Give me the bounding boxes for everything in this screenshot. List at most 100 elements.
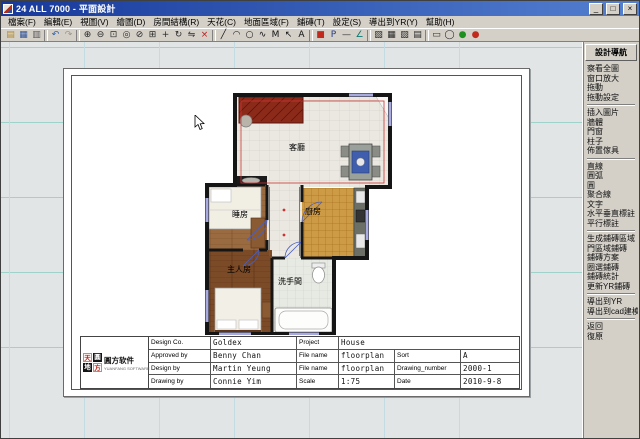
sidebar-item-hv-dimension[interactable]: 水平垂直標註	[584, 209, 638, 219]
sidebar-item-parallel-dimension[interactable]: 平行標註	[584, 219, 638, 229]
zoom-previous-icon[interactable]: ⊘	[133, 29, 146, 42]
sidebar-item-export-yr[interactable]: 導出到YR	[584, 297, 638, 307]
sidebar-item-undo[interactable]: 復原	[584, 332, 638, 342]
menu-help[interactable]: 幫助(H)	[422, 16, 459, 28]
move-icon[interactable]: +	[159, 29, 172, 42]
sort-value: A	[461, 350, 519, 363]
sidebar-item-select-tiling[interactable]: 圈選鋪磚	[584, 263, 638, 273]
delete-icon[interactable]: ×	[198, 29, 211, 42]
drawing-by-label: Drawing by	[149, 375, 211, 388]
sidebar-item-tiling-statistics[interactable]: 鋪磚統計	[584, 272, 638, 282]
spline-tool-icon[interactable]: ∿	[256, 29, 269, 42]
menu-view[interactable]: 視圖(V)	[76, 16, 112, 28]
ellipse-tool-icon[interactable]: ◯	[443, 29, 456, 42]
tile-statistics-icon[interactable]: ▤	[411, 29, 424, 42]
menu-draw[interactable]: 繪圖(D)	[113, 16, 150, 28]
window-title: 24 ALL 7000 - 平面設計	[16, 2, 586, 15]
parameter-icon[interactable]: P	[327, 29, 340, 42]
design-by-value: Martin Yeung	[211, 363, 297, 376]
zoom-window-icon[interactable]: ⊡	[107, 29, 120, 42]
menu-settings[interactable]: 設定(S)	[329, 16, 365, 28]
date-value: 2010-9-8	[461, 375, 519, 388]
circle-tool-icon[interactable]: ○	[243, 29, 256, 42]
sidebar-item-generate-tile-region[interactable]: 生成鋪磚區域	[584, 234, 638, 244]
angle-tool-icon[interactable]: ∠	[353, 29, 366, 42]
mouse-cursor	[194, 115, 206, 131]
master-bed	[215, 288, 261, 334]
sidebar-item-insert-image[interactable]: 插入圖片	[584, 108, 638, 118]
sidebar-item-back[interactable]: 返回	[584, 322, 638, 332]
rotate-icon[interactable]: ↻	[172, 29, 185, 42]
tile-plan-icon[interactable]: ▦	[385, 29, 398, 42]
point-red-icon[interactable]: ●	[469, 29, 482, 42]
sidebar-item-view-all[interactable]: 察看全圖	[584, 64, 638, 74]
scale-value: 1:75	[339, 375, 395, 388]
approved-by-value: Benny Chan	[211, 350, 297, 363]
pan-icon[interactable]: ⊞	[146, 29, 159, 42]
point-green-icon[interactable]: ●	[456, 29, 469, 42]
sidebar-item-text[interactable]: 文字	[584, 200, 638, 210]
arc-tool-icon[interactable]: ◠	[230, 29, 243, 42]
sidebar-item-circle[interactable]: 圓	[584, 181, 638, 191]
select-arrow-icon[interactable]: ↖	[282, 29, 295, 42]
sidebar-item-columns[interactable]: 柱子	[584, 137, 638, 147]
file-name-label: File name	[297, 363, 339, 376]
toolbar-separator	[212, 30, 216, 41]
title-block: 天 圓 地 方 圓方软件 YUANFANG SOFTWARE Design Co…	[80, 336, 520, 389]
sidebar-item-export-cad[interactable]: 導出到cad建模	[584, 307, 638, 317]
redo-icon[interactable]: ↷	[62, 29, 75, 42]
sidebar-item-line[interactable]: 直線	[584, 162, 638, 172]
undo-icon[interactable]: ↶	[49, 29, 62, 42]
sidebar-item-doors-windows[interactable]: 門窗	[584, 127, 638, 137]
menu-tiling[interactable]: 鋪磚(T)	[293, 16, 329, 28]
sidebar-item-polyline[interactable]: 聚合線	[584, 190, 638, 200]
menu-floor-area[interactable]: 地面區域(F)	[240, 16, 293, 28]
tile-region-icon[interactable]: ▧	[372, 29, 385, 42]
corridor-floor	[267, 185, 302, 258]
sidebar-item-update-yr-tiling[interactable]: 更新YR鋪磚	[584, 282, 638, 292]
save-icon[interactable]: ▦	[17, 29, 30, 42]
menu-bar: 檔案(F) 編輯(E) 視圖(V) 繪圖(D) 房間結構(R) 天花(C) 地面…	[1, 16, 639, 28]
sidebar-item-tiling-plan[interactable]: 鋪磚方案	[584, 253, 638, 263]
sidebar-item-door-region-tiling[interactable]: 門區域鋪磚	[584, 244, 638, 254]
toolbar-separator	[76, 30, 80, 41]
line-tool-icon[interactable]: ╱	[217, 29, 230, 42]
minimize-button[interactable]: _	[589, 3, 603, 15]
sidebar-divider	[587, 293, 635, 295]
sidebar-item-furniture[interactable]: 佈置傢具	[584, 146, 638, 156]
design-co-value: Goldex	[211, 337, 297, 350]
maximize-button[interactable]: □	[606, 3, 620, 15]
tile-select-icon[interactable]: ▨	[398, 29, 411, 42]
design-navigator-panel: 設計導航 察看全圖 窗口放大 拖動 拖動設定 插入圖片 牆體 門窗 柱子 佈置傢…	[582, 42, 639, 439]
company-logo: 天 圓 地 方 圓方软件 YUANFANG SOFTWARE	[81, 337, 149, 388]
title-block-grid: Design Co. Goldex Project House Approved…	[149, 337, 519, 388]
menu-file[interactable]: 檔案(F)	[4, 16, 40, 28]
sidebar-item-arc[interactable]: 圓弧	[584, 171, 638, 181]
sidebar-item-walls[interactable]: 牆體	[584, 118, 638, 128]
close-button[interactable]: ×	[623, 3, 637, 15]
floorplan-drawing[interactable]: 客廳 睡房 廚房 主人房 洗手間	[199, 90, 395, 335]
ceiling-lamp	[283, 234, 286, 237]
drawing-canvas[interactable]: 客廳 睡房 廚房 主人房 洗手間 天 圓 地 方	[1, 42, 582, 439]
sidebar-item-pan[interactable]: 拖動	[584, 83, 638, 93]
polyline-tool-icon[interactable]: M	[269, 29, 282, 42]
sidebar-item-zoom-window[interactable]: 窗口放大	[584, 74, 638, 84]
toolbar: ▤ ▦ ▥ ↶ ↷ ⊕ ⊖ ⊡ ◎ ⊘ ⊞ + ↻ ⇋ × ╱ ◠ ○ ∿ M …	[1, 28, 639, 42]
sidebar-item-pan-settings[interactable]: 拖動設定	[584, 93, 638, 103]
logo-tile: 圓	[93, 353, 102, 362]
open-file-icon[interactable]: ▤	[4, 29, 17, 42]
print-icon[interactable]: ▥	[30, 29, 43, 42]
zoom-in-icon[interactable]: ⊕	[81, 29, 94, 42]
menu-edit[interactable]: 編輯(E)	[40, 16, 76, 28]
mirror-icon[interactable]: ⇋	[185, 29, 198, 42]
color-swatch-icon[interactable]: ■	[314, 29, 327, 42]
menu-room-structure[interactable]: 房間結構(R)	[149, 16, 203, 28]
zoom-out-icon[interactable]: ⊖	[94, 29, 107, 42]
linetype-icon[interactable]: —	[340, 29, 353, 42]
rect-tool-icon[interactable]: ▭	[430, 29, 443, 42]
text-tool-icon[interactable]: A	[295, 29, 308, 42]
zoom-all-icon[interactable]: ◎	[120, 29, 133, 42]
menu-ceiling[interactable]: 天花(C)	[203, 16, 240, 28]
design-by-label: Design by	[149, 363, 211, 376]
menu-export-yr[interactable]: 導出到YR(Y)	[365, 16, 422, 28]
